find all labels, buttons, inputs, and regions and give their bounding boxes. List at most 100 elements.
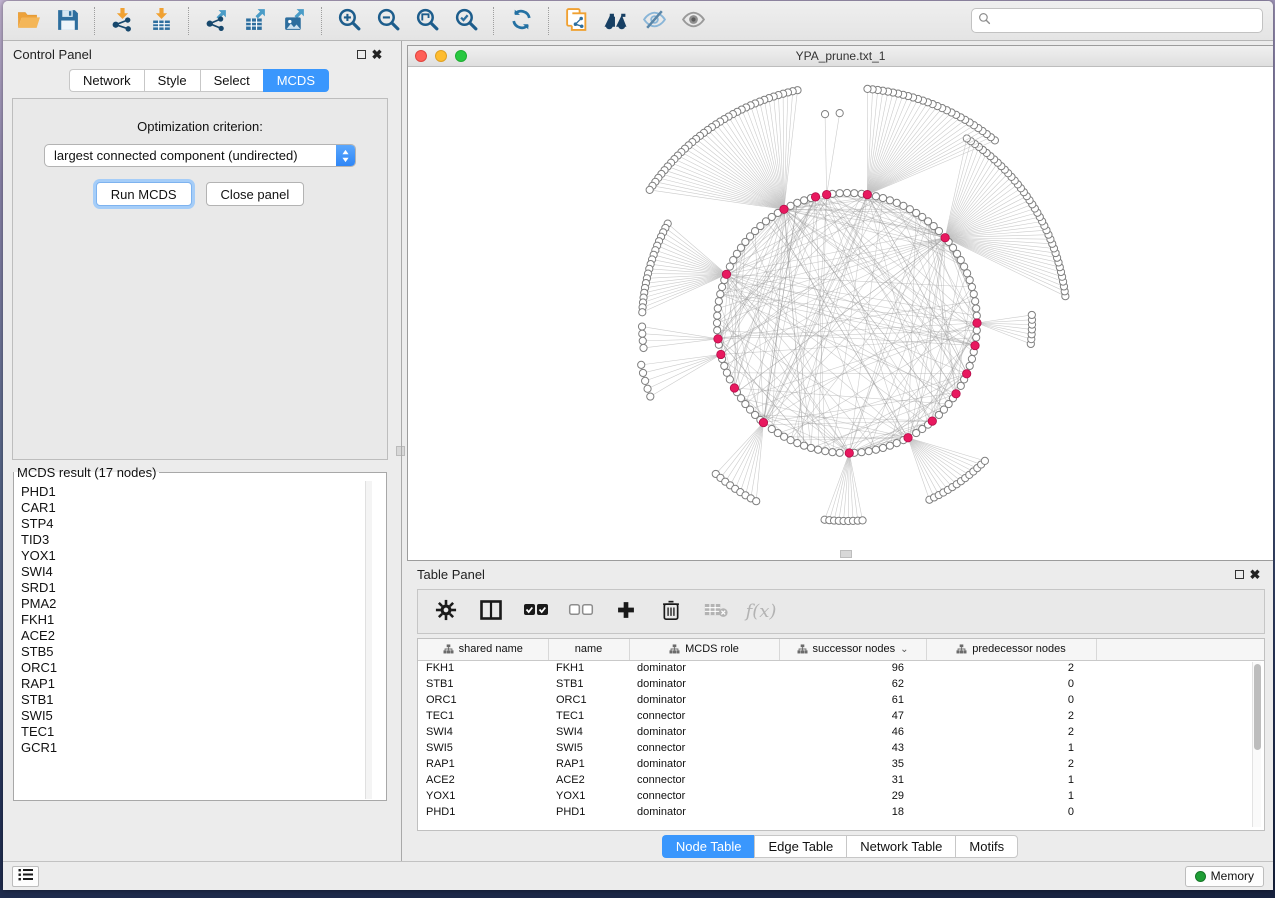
- table-cell[interactable]: FKH1: [548, 660, 629, 676]
- table-row[interactable]: TEC1TEC1connector472: [418, 708, 1264, 724]
- table-row[interactable]: STB1STB1dominator620: [418, 676, 1264, 692]
- mcds-hub-node[interactable]: [845, 449, 853, 457]
- graph-node[interactable]: [864, 85, 871, 92]
- graph-node[interactable]: [794, 199, 801, 206]
- result-node[interactable]: STB1: [21, 692, 386, 708]
- result-scrollbar[interactable]: [365, 481, 372, 799]
- deselect-all-button[interactable]: [567, 598, 595, 626]
- table-cell[interactable]: ORC1: [548, 692, 629, 708]
- select-all-button[interactable]: [522, 598, 550, 626]
- table-cell[interactable]: ORC1: [418, 692, 548, 708]
- mcds-hub-node[interactable]: [962, 370, 970, 378]
- tab-edge-table[interactable]: Edge Table: [754, 835, 846, 858]
- graph-node[interactable]: [800, 442, 807, 449]
- tab-network-table[interactable]: Network Table: [846, 835, 955, 858]
- graph-node[interactable]: [879, 194, 886, 201]
- network-from-selection-button[interactable]: [561, 6, 591, 36]
- table-cell[interactable]: FKH1: [418, 660, 548, 676]
- open-file-button[interactable]: [13, 6, 43, 36]
- table-cell[interactable]: 31: [779, 772, 926, 788]
- refresh-button[interactable]: [506, 6, 536, 36]
- table-cell[interactable]: dominator: [629, 804, 779, 820]
- task-history-button[interactable]: [12, 866, 39, 887]
- graph-node[interactable]: [872, 193, 879, 200]
- result-node[interactable]: CAR1: [21, 500, 386, 516]
- mcds-hub-node[interactable]: [759, 418, 767, 426]
- result-node[interactable]: TEC1: [21, 724, 386, 740]
- table-cell[interactable]: 29: [779, 788, 926, 804]
- mcds-hub-node[interactable]: [717, 350, 725, 358]
- result-node[interactable]: RAP1: [21, 676, 386, 692]
- table-cell[interactable]: PHD1: [418, 804, 548, 820]
- mcds-hub-node[interactable]: [904, 434, 912, 442]
- table-cell[interactable]: connector: [629, 740, 779, 756]
- graph-node[interactable]: [865, 448, 872, 455]
- zoom-out-button[interactable]: [373, 6, 403, 36]
- graph-node[interactable]: [787, 437, 794, 444]
- table-cell[interactable]: RAP1: [418, 756, 548, 772]
- graph-node[interactable]: [886, 197, 893, 204]
- result-node[interactable]: YOX1: [21, 548, 386, 564]
- graph-node[interactable]: [638, 323, 645, 330]
- columns-button[interactable]: [477, 598, 505, 626]
- tab-style[interactable]: Style: [144, 69, 200, 92]
- graph-node[interactable]: [714, 327, 721, 334]
- panel-splitter[interactable]: [395, 41, 407, 861]
- graph-node[interactable]: [715, 298, 722, 305]
- table-row[interactable]: SWI5SWI5connector431: [418, 740, 1264, 756]
- graph-node[interactable]: [836, 190, 843, 197]
- table-cell[interactable]: 1: [926, 788, 1096, 804]
- table-cell[interactable]: 1: [926, 772, 1096, 788]
- run-mcds-button[interactable]: Run MCDS: [96, 182, 192, 206]
- table-cell[interactable]: YOX1: [548, 788, 629, 804]
- table-cell[interactable]: PHD1: [548, 804, 629, 820]
- table-cell[interactable]: SWI5: [418, 740, 548, 756]
- table-row[interactable]: ORC1ORC1dominator610: [418, 692, 1264, 708]
- close-mcds-panel-button[interactable]: Close panel: [206, 182, 305, 206]
- graph-node[interactable]: [753, 498, 760, 505]
- tab-motifs[interactable]: Motifs: [955, 835, 1018, 858]
- table-cell[interactable]: 61: [779, 692, 926, 708]
- column-header-MCDS-role[interactable]: MCDS role: [629, 639, 779, 660]
- delete-column-button[interactable]: [657, 598, 685, 626]
- table-cell[interactable]: dominator: [629, 692, 779, 708]
- tab-network[interactable]: Network: [69, 69, 144, 92]
- scrollbar-thumb[interactable]: [1254, 664, 1261, 750]
- zoom-selected-button[interactable]: [451, 6, 481, 36]
- table-cell[interactable]: 35: [779, 756, 926, 772]
- result-node[interactable]: TID3: [21, 532, 386, 548]
- table-cell[interactable]: RAP1: [548, 756, 629, 772]
- graph-node[interactable]: [966, 362, 973, 369]
- mcds-hub-node[interactable]: [780, 205, 788, 213]
- memory-button[interactable]: Memory: [1185, 866, 1264, 887]
- graph-node[interactable]: [964, 270, 971, 277]
- graph-node[interactable]: [714, 312, 721, 319]
- network-graph[interactable]: [408, 67, 1273, 559]
- find-button[interactable]: [600, 6, 630, 36]
- table-cell[interactable]: ACE2: [548, 772, 629, 788]
- graph-node[interactable]: [966, 276, 973, 283]
- graph-node[interactable]: [646, 186, 653, 193]
- result-node[interactable]: SWI4: [21, 564, 386, 580]
- graph-node[interactable]: [800, 197, 807, 204]
- mcds-hub-node[interactable]: [973, 319, 981, 327]
- export-image-button[interactable]: [279, 6, 309, 36]
- table-cell[interactable]: connector: [629, 788, 779, 804]
- result-node[interactable]: FKH1: [21, 612, 386, 628]
- graph-node[interactable]: [721, 362, 728, 369]
- graph-node[interactable]: [972, 298, 979, 305]
- graph-node[interactable]: [640, 344, 647, 351]
- table-cell[interactable]: 2: [926, 724, 1096, 740]
- table-cell[interactable]: 46: [779, 724, 926, 740]
- add-column-button[interactable]: [612, 598, 640, 626]
- table-cell[interactable]: STB1: [418, 676, 548, 692]
- table-cell[interactable]: 0: [926, 676, 1096, 692]
- graph-node[interactable]: [639, 369, 646, 376]
- table-cell[interactable]: dominator: [629, 676, 779, 692]
- float-table-panel-button[interactable]: [1231, 566, 1247, 582]
- graph-node[interactable]: [638, 361, 645, 368]
- table-cell[interactable]: connector: [629, 708, 779, 724]
- result-node[interactable]: SWI5: [21, 708, 386, 724]
- window-close-button[interactable]: [415, 50, 427, 62]
- graph-node[interactable]: [872, 446, 879, 453]
